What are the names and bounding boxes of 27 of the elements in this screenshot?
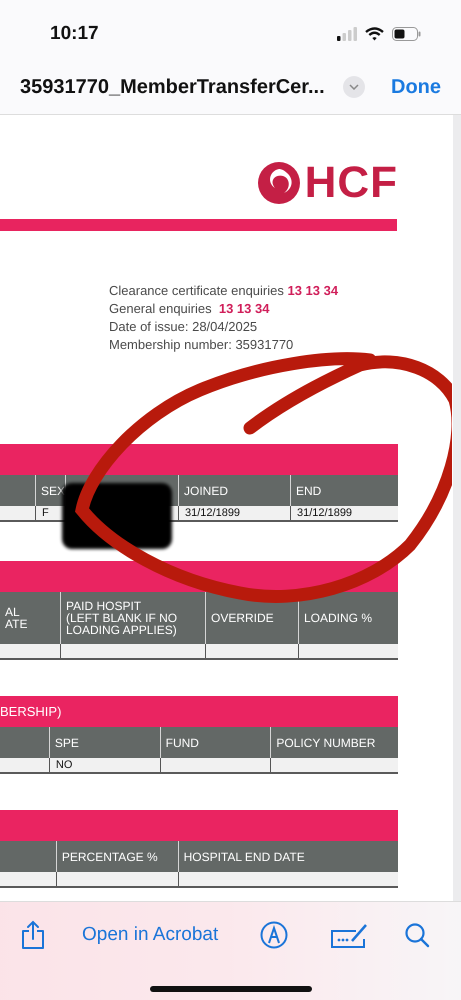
section-title: BERSHIP) (0, 704, 62, 719)
wifi-icon (365, 27, 384, 41)
share-button[interactable] (20, 920, 46, 950)
logo-text: HCF (304, 160, 398, 206)
swirl-logo-icon (256, 161, 301, 205)
chevron-button[interactable] (343, 76, 365, 98)
search-icon (404, 922, 430, 948)
table-cell: F (42, 507, 49, 519)
table-cell: 31/12/1899 (297, 507, 352, 519)
battery-icon (392, 27, 421, 41)
info-line: Date of issue: 28/04/2025 (109, 319, 258, 335)
column-header: AL ATE (4, 604, 28, 633)
search-button[interactable] (404, 922, 430, 948)
pen-circle-icon (260, 921, 288, 949)
signal-icon (337, 27, 357, 41)
table-cell: 31/12/1899 (185, 507, 240, 519)
clock: 10:17 (50, 23, 99, 45)
chevron-down-icon (349, 84, 359, 90)
table-cell: NO (56, 759, 72, 771)
markup-button[interactable] (260, 921, 288, 949)
info-line: Clearance certificate enquiries 13 13 34 (109, 283, 340, 299)
open-in-app-button[interactable]: Open in Acrobat (82, 924, 218, 946)
document-title: 35931770_MemberTransferCer... (20, 76, 326, 98)
share-icon (20, 920, 46, 950)
info-line: Membership number: 35931770 (109, 337, 294, 353)
info-line: General enquiries 13 13 34 (109, 301, 270, 317)
done-button[interactable]: Done (391, 76, 441, 98)
